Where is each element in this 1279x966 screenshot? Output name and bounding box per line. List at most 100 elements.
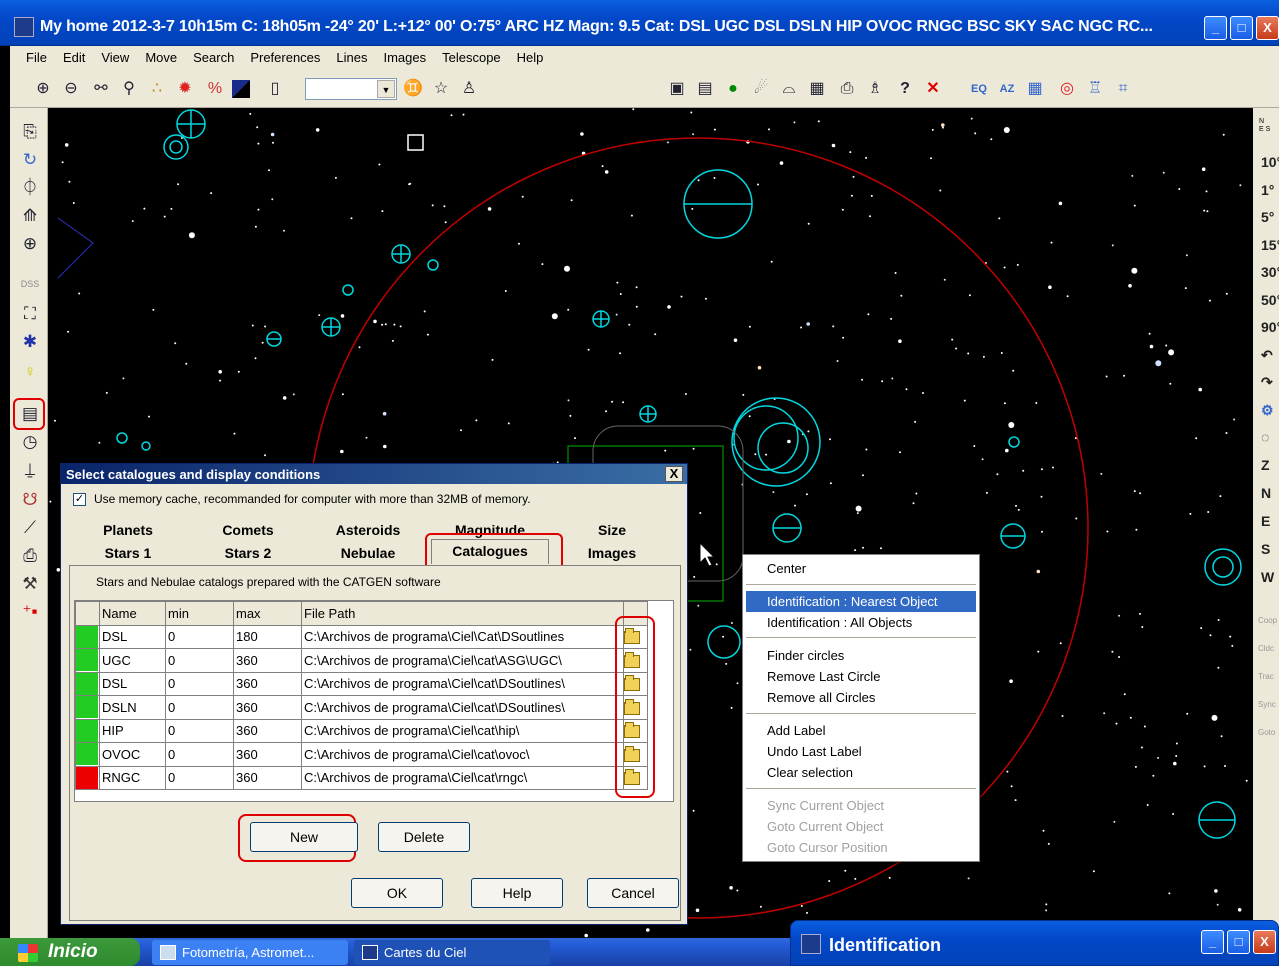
dialog-close-button[interactable]: X [665,466,683,482]
menu-telescope[interactable]: Telescope [434,50,509,65]
fov-10-button[interactable]: 10° [1261,154,1279,170]
dss-image-icon[interactable]: ⚒ [18,572,42,596]
taskbar-item-fotometria[interactable]: Fotometría, Astromet... [152,940,348,965]
center-icon[interactable]: ⊕ [18,232,42,256]
catalog-path[interactable]: C:\Archivos de programa\Ciel\cat\ASG\UGC… [301,648,624,673]
flip-icon[interactable]: ⟰ [18,204,42,228]
catalog-max[interactable]: 360 [233,648,302,673]
zenith-button[interactable]: Z [1261,457,1270,473]
catalog-path[interactable]: C:\Archivos de programa\Ciel\cat\ovoc\ [301,742,624,767]
contrast-icon[interactable] [232,80,250,98]
catalog-path[interactable]: C:\Archivos de programa\Ciel\cat\rngc\ [301,765,624,790]
user-search-icon[interactable]: ♙ [458,78,480,100]
menu-finder-circles[interactable]: Finder circles [746,645,976,666]
profile-icon[interactable]: ☋ [18,488,42,512]
title-bar[interactable]: My home 2012-3-7 10h15m C: 18h05m -24° 2… [0,0,1279,46]
az-grid-icon[interactable]: AZ [996,78,1018,100]
scope-icon[interactable]: ⍊ [18,458,42,482]
south-button[interactable]: S [1261,541,1270,557]
gear-icon[interactable]: ⚙ [1261,402,1274,419]
catalog-min[interactable]: 0 [165,695,234,720]
menu-lines[interactable]: Lines [328,50,375,65]
color-swatch[interactable] [75,624,100,649]
mount-icon[interactable]: ⌗ [1112,78,1134,100]
table-row[interactable]: DSL 0 360 C:\Archivos de programa\Ciel\cat\… [75,671,648,696]
planet-icon[interactable]: ● [722,78,744,100]
tab-size[interactable]: Size [553,519,671,541]
sync-button[interactable]: Sync [1258,700,1276,709]
table-row[interactable]: HIP 0 360 C:\Archivos de programa\Ciel\cat\… [75,718,648,743]
star-icon[interactable]: ✹ [174,78,196,100]
dss-icon[interactable]: DSS [18,272,42,296]
close-icon[interactable]: ✕ [922,78,944,100]
catalog-min[interactable]: 0 [165,718,234,743]
line-icon[interactable]: ⟋ [18,516,42,540]
catalog-min[interactable]: 0 [165,742,234,767]
color-swatch[interactable] [75,718,100,743]
menu-ident-nearest[interactable]: Identification : Nearest Object [746,591,976,612]
close-button[interactable]: X [1256,16,1279,40]
east-button[interactable]: E [1261,513,1270,529]
menu-undo-last-label[interactable]: Undo Last Label [746,741,976,762]
new-button[interactable]: New [250,822,358,852]
catalog-name[interactable]: RNGC [99,765,166,790]
catalog-max[interactable]: 180 [233,624,302,649]
fov-15-button[interactable]: 15° [1261,237,1279,253]
zoom-in-icon[interactable]: ⊕ [32,78,54,100]
rotate-left-icon[interactable]: ↶ [1261,347,1273,364]
telescope-icon[interactable]: ♖ [1084,78,1106,100]
rotate-right-icon[interactable]: ↷ [1261,374,1273,391]
catalog-min[interactable]: 0 [165,671,234,696]
binoculars-icon[interactable]: ⚯ [90,78,112,100]
menu-clear-selection[interactable]: Clear selection [746,762,976,783]
percent-icon[interactable]: % [204,78,226,100]
table-row[interactable]: UGC 0 360 C:\Archivos de programa\Ciel\cat\… [75,648,648,673]
copy-icon[interactable]: ⎘ [18,120,42,144]
document-icon[interactable]: ▤ [694,78,716,100]
menu-ident-all[interactable]: Identification : All Objects [746,612,976,633]
rotate-icon[interactable]: ⏀ [18,176,42,200]
tab-comets[interactable]: Comets [189,519,307,541]
tab-stars-1[interactable]: Stars 1 [69,542,187,564]
menu-search[interactable]: Search [185,50,242,65]
catalog-min[interactable]: 0 [165,624,234,649]
fov-50-button[interactable]: 50° [1261,292,1279,308]
catalog-name[interactable]: DSLN [99,695,166,720]
menu-edit[interactable]: Edit [55,50,93,65]
menu-add-label[interactable]: Add Label [746,720,976,741]
cancel-button[interactable]: Cancel [587,878,679,908]
zoom-out-icon[interactable]: ⊖ [60,78,82,100]
color-swatch[interactable] [75,648,100,673]
coop-button[interactable]: Coop [1258,616,1277,625]
close-button[interactable]: X [1253,930,1276,954]
catalog-path[interactable]: C:\Archivos de programa\Ciel\cat\DSoutli… [301,671,624,696]
menu-images[interactable]: Images [375,50,434,65]
table-row[interactable]: RNGC 0 360 C:\Archivos de programa\Ciel\cat… [75,765,648,790]
fov-5-button[interactable]: 5° [1261,209,1274,225]
menu-help[interactable]: Help [509,50,552,65]
table-row[interactable]: OVOC 0 360 C:\Archivos de programa\Ciel\cat… [75,742,648,767]
save-icon[interactable]: ▣ [666,78,688,100]
circle-icon[interactable]: ◌ [1261,429,1269,445]
west-button[interactable]: W [1261,569,1274,585]
fov-90-button[interactable]: 90° [1261,319,1279,335]
catalog-path[interactable]: C:\Archivos de programa\Ciel\cat\hip\ [301,718,624,743]
maximize-button[interactable]: □ [1227,930,1250,954]
eq-grid-icon[interactable]: EQ [968,78,990,100]
table-row[interactable]: DSLN 0 360 C:\Archivos de programa\Ciel\cat… [75,695,648,720]
catalog-max[interactable]: 360 [233,671,302,696]
catalog-name[interactable]: UGC [99,648,166,673]
calendar-icon[interactable]: ▦ [806,78,828,100]
minimize-button[interactable]: _ [1204,16,1227,40]
memory-cache-checkbox[interactable]: ✓ [73,492,86,506]
find-icon[interactable]: ♊ [402,78,424,100]
tab-stars-2[interactable]: Stars 2 [189,542,307,564]
chart-icon[interactable]: ⌓ [778,78,800,100]
menu-preferences[interactable]: Preferences [242,50,328,65]
menu-file[interactable]: File [18,50,55,65]
zoom-combo[interactable]: ▼ [305,78,397,100]
dialog-title-bar[interactable]: Select catalogues and display conditions… [61,464,687,484]
menu-remove-last-circle[interactable]: Remove Last Circle [746,666,976,687]
menu-move[interactable]: Move [137,50,185,65]
menu-remove-all-circles[interactable]: Remove all Circles [746,687,976,708]
